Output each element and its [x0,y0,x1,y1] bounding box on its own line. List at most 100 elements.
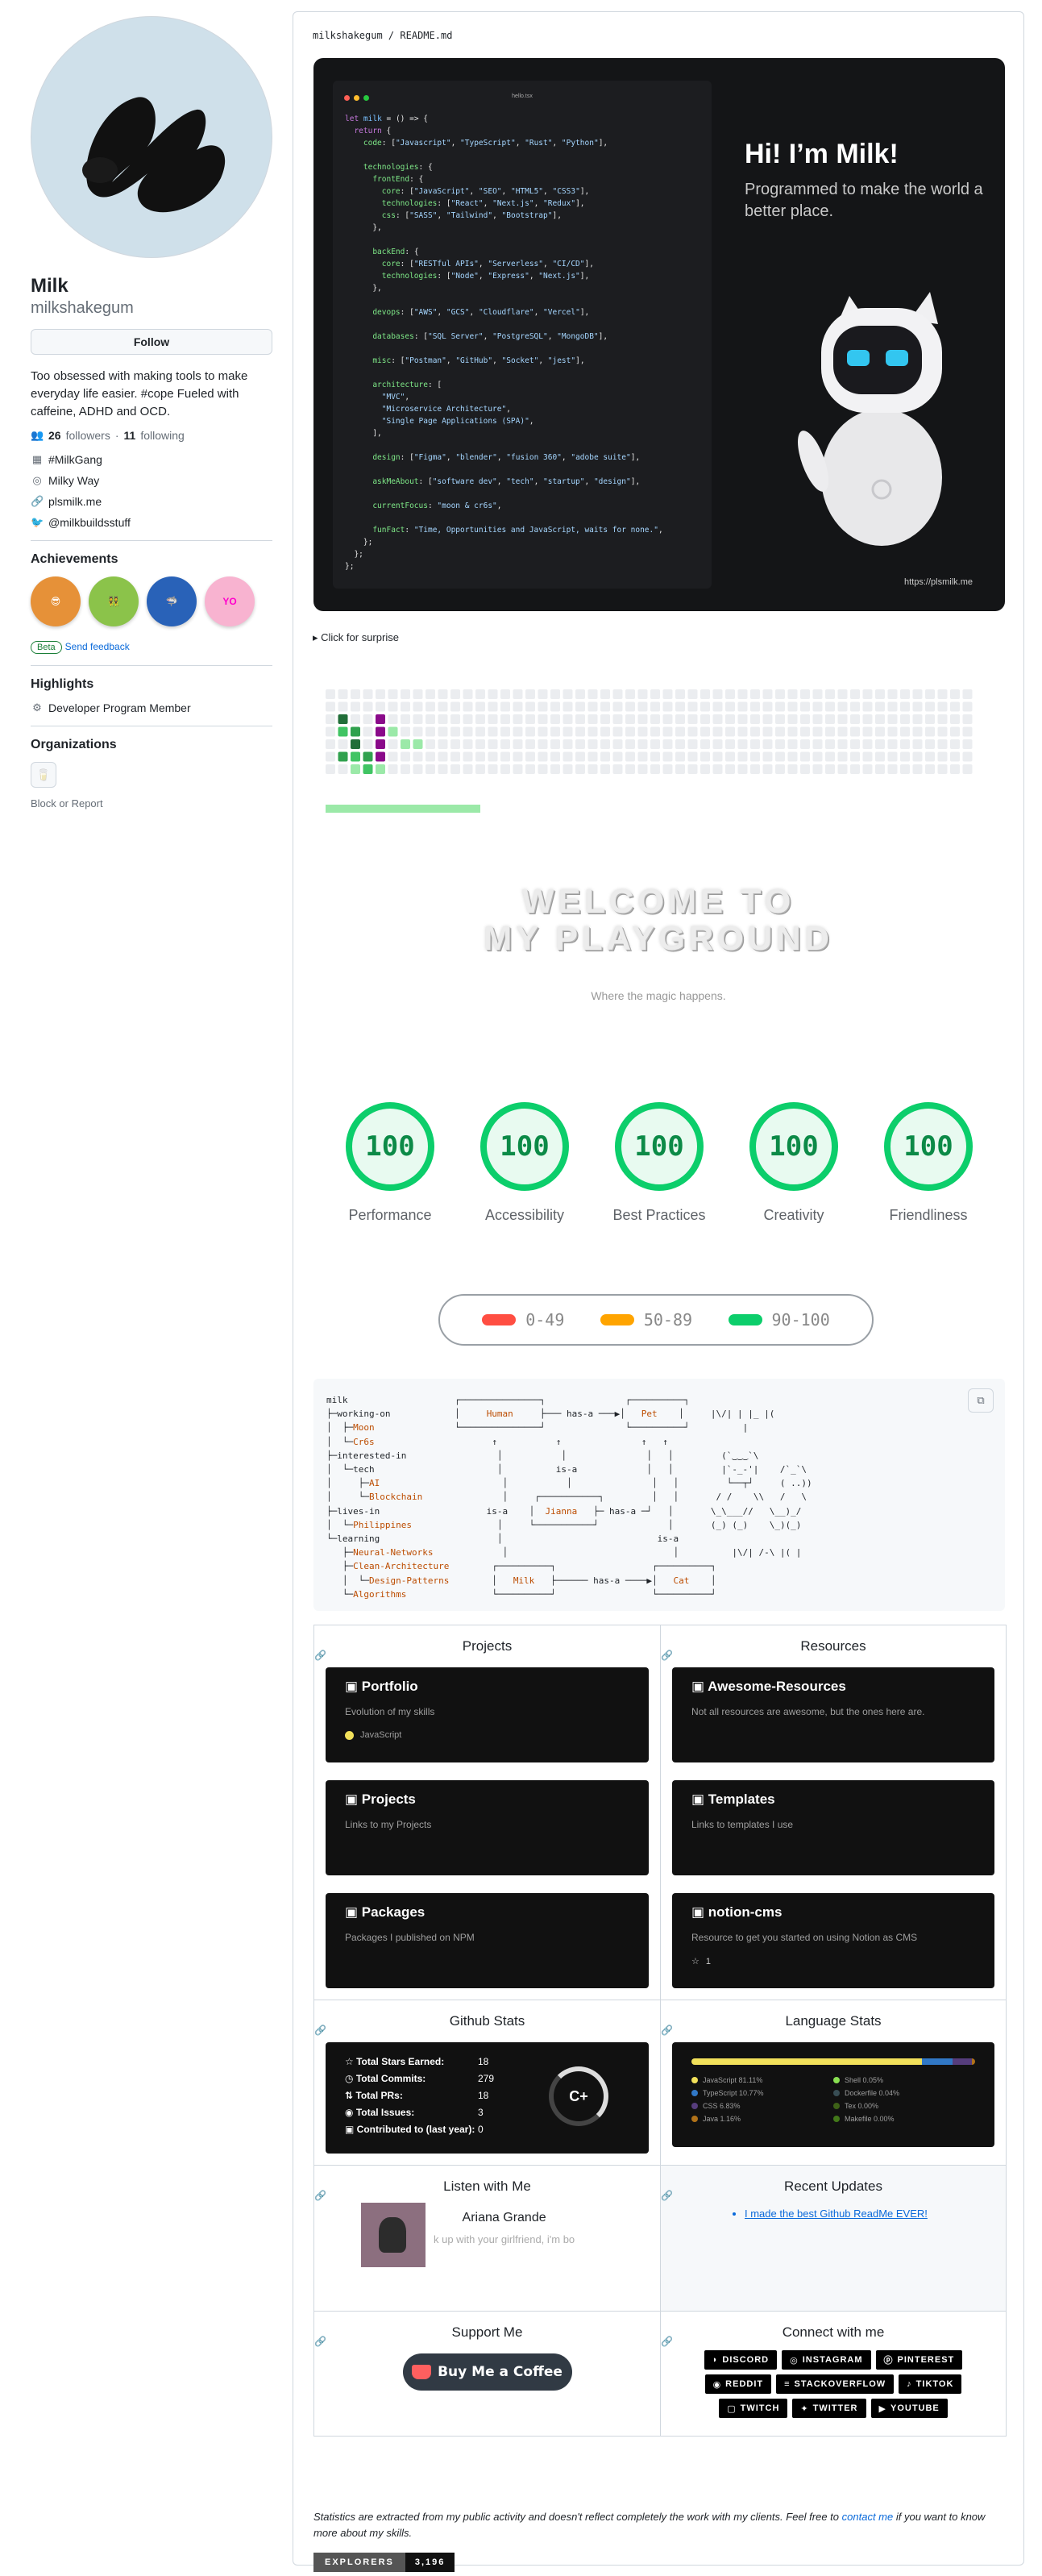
contribution-cell [376,726,385,737]
anchor-link-icon[interactable]: 🔗 [661,2190,673,2201]
status-emoji-icon[interactable]: ☺ [239,215,270,246]
language-stats-card[interactable]: JavaScript 81.11% Shell 0.05% TypeScript 1… [672,2042,994,2147]
contribution-cell [925,739,935,749]
contribution-cell [900,751,910,762]
star-icon: ☆ [345,2056,357,2067]
achievement-badge-icon[interactable]: 👯 [89,576,139,626]
language-dot [691,2090,698,2096]
achievement-badge-icon[interactable]: YO [205,576,255,626]
contribution-cell [326,764,335,774]
contribution-cell [962,751,973,762]
achievement-badge-icon[interactable]: 😎 [31,576,81,626]
resource-card[interactable]: ▣ Templates Links to templates I use [672,1780,994,1875]
update-link[interactable]: I made the best Github ReadMe EVER! [745,2208,994,2220]
contribution-cell [887,751,898,762]
follow-button[interactable]: Follow [31,329,272,355]
contribution-cell [413,701,423,712]
profile-twitter[interactable]: @milkbuildsstuff [48,516,131,529]
achievement-badge-icon[interactable]: 🦈 [147,576,197,626]
pinterest-badge[interactable]: ⓟ PINTEREST [875,2350,963,2370]
contribution-cell [525,726,535,737]
tiktok-badge[interactable]: ♪ TIKTOK [899,2374,962,2394]
twitter-badge[interactable]: ✦ TWITTER [792,2399,866,2418]
contribution-cell [376,701,385,712]
instagram-badge[interactable]: ◎ INSTAGRAM [782,2350,871,2370]
contribution-cell [338,739,348,749]
contribution-cell [962,739,973,749]
resource-card[interactable]: ▣ Awesome-Resources Not all resources are… [672,1667,994,1762]
discord-badge[interactable]: ◗ DISCORD [704,2350,778,2370]
stackoverflow-badge[interactable]: ≡ STACKOVERFLOW [776,2374,895,2394]
contribution-cell [700,751,710,762]
language-name: Java 1.16% [703,2115,741,2123]
github-stats-card[interactable]: ☆ Total Stars Earned: 18 ◷ Total Commits:… [326,2042,649,2154]
contribution-cell [637,726,648,737]
contribution-cell [800,714,810,724]
language-name: Makefile 0.00% [845,2115,895,2123]
now-playing-card[interactable]: Ariana Grande k up with your girlfriend, … [361,2203,649,2267]
project-card-desc: Packages I published on NPM [345,1932,475,1943]
spotify-title: Listen with Me [443,2179,531,2194]
send-feedback-link[interactable]: Send feedback [65,641,130,652]
block-or-report-link[interactable]: Block or Report [31,797,272,809]
contribution-cell [538,739,548,749]
youtube-badge[interactable]: ▶ YOUTUBE [870,2399,948,2418]
contribution-cell [326,714,335,724]
contribution-cell [837,714,848,724]
anchor-link-icon[interactable]: 🔗 [314,2025,326,2036]
contribution-cell [450,739,460,749]
breadcrumb-owner[interactable]: milkshakegum [313,30,383,41]
highlights-title: Highlights [31,677,94,691]
contribution-cell [488,726,498,737]
followers-count[interactable]: 26 [48,429,61,442]
contribution-cell [825,764,835,774]
contribution-cell [388,764,398,774]
project-card[interactable]: ▣ Portfolio Evolution of my skills JavaScr… [326,1667,649,1762]
contribution-cell [401,689,410,699]
language-item: JavaScript 81.11% [691,2076,833,2084]
legend-item: 90-100 [728,1310,830,1330]
project-card[interactable]: ▣ Projects Links to my Projects [326,1780,649,1875]
avatar[interactable]: ☺ [31,16,272,258]
copy-icon[interactable]: ⧉ [968,1388,994,1413]
project-card-name: Packages [361,1904,426,1920]
resource-card-stars: 1 [705,1956,711,1966]
profile-website[interactable]: plsmilk.me [48,495,102,508]
following-label[interactable]: following [140,429,184,442]
resource-card[interactable]: ▣ notion-cms Resource to get you started … [672,1893,994,1988]
contribution-cell [338,714,348,724]
hero-url: https://plsmilk.me [904,577,973,587]
contribution-cell [338,689,348,699]
avatar-artwork [82,97,226,213]
anchor-link-icon[interactable]: 🔗 [314,1650,326,1661]
contribution-cell [950,714,960,724]
twitch-badge[interactable]: ▢ TWITCH [719,2399,788,2418]
following-count[interactable]: 11 [124,429,136,442]
contribution-cell [500,714,510,724]
contribution-cell [413,739,423,749]
clock-icon: ◷ [345,2073,356,2084]
project-card[interactable]: ▣ Packages Packages I published on NPM [326,1893,649,1988]
contribution-cell [351,714,360,724]
hero-banner[interactable]: hello.tsx let milk = () => { return { co… [313,58,1005,611]
contact-me-link[interactable]: contact me [842,2511,894,2523]
click-for-surprise-toggle[interactable]: ▸ Click for surprise [313,631,399,644]
anchor-link-icon[interactable]: 🔗 [661,2336,673,2347]
organization-avatar[interactable]: 🥛 [31,762,56,788]
reddit-badge[interactable]: ◉ REDDIT [704,2374,772,2394]
contribution-cell [887,726,898,737]
buy-me-a-coffee-button[interactable]: Buy Me a Coffee [402,2353,572,2391]
followers-label[interactable]: followers [66,429,110,442]
contribution-cell [950,726,960,737]
contribution-cell [550,764,560,774]
breadcrumb-file[interactable]: README.md [400,30,452,41]
anchor-link-icon[interactable]: 🔗 [661,1650,673,1661]
contribution-cell [612,714,623,724]
contribution-cell [887,701,898,712]
anchor-link-icon[interactable]: 🔗 [661,2025,673,2036]
contribution-cell [825,726,835,737]
achievements-title[interactable]: Achievements [31,552,272,567]
anchor-link-icon[interactable]: 🔗 [314,2336,326,2347]
contribution-cell [800,751,810,762]
anchor-link-icon[interactable]: 🔗 [314,2190,326,2201]
